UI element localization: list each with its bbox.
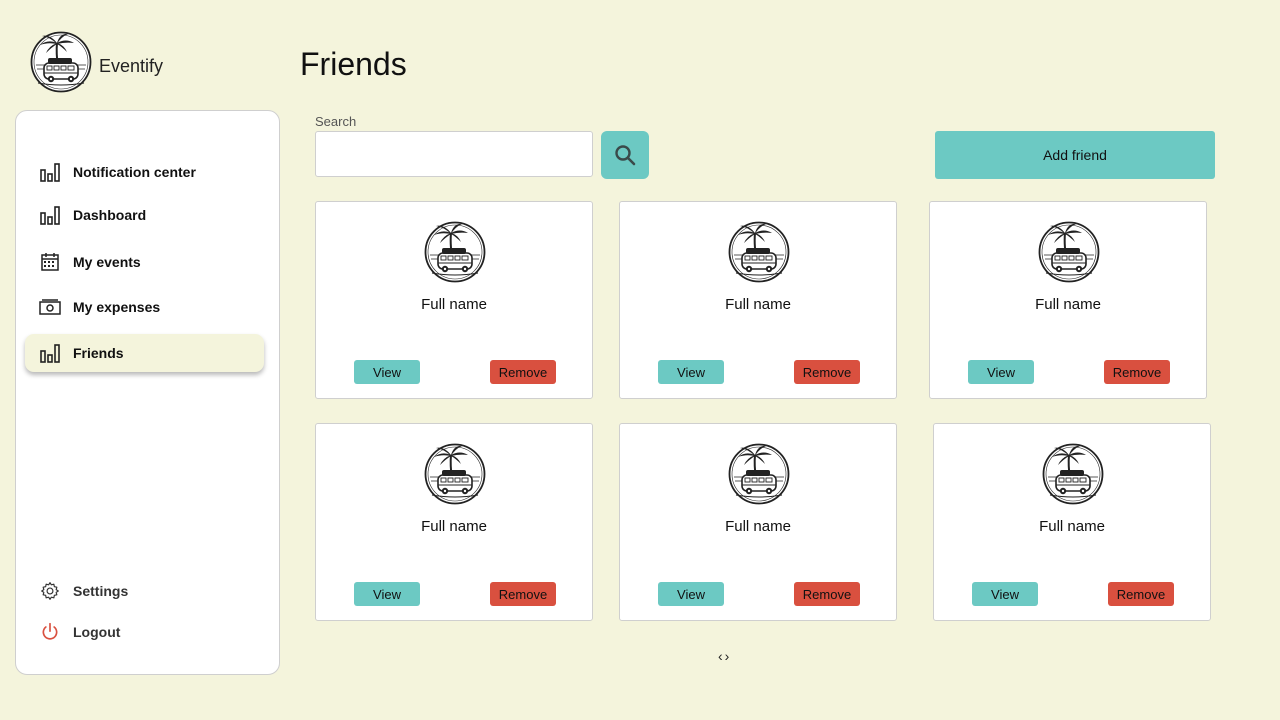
remove-button[interactable]: Remove (1104, 360, 1170, 384)
power-icon (39, 621, 61, 643)
avatar-icon (1038, 221, 1100, 283)
previous-page-icon[interactable]: ‹ (718, 648, 723, 664)
bar-chart-icon (39, 161, 61, 183)
friend-card: Full name View Remove (315, 201, 593, 399)
sidebar-item-label: Logout (73, 624, 121, 640)
brand-logo-icon (30, 31, 92, 93)
sidebar-item-notification-center[interactable]: Notification center (25, 153, 264, 191)
view-button[interactable]: View (972, 582, 1038, 606)
friend-card: Full name View Remove (619, 423, 897, 621)
friend-card: Full name View Remove (929, 201, 1207, 399)
sidebar: Notification center Dashboard My events (15, 110, 280, 675)
remove-button[interactable]: Remove (490, 582, 556, 606)
sidebar-item-dashboard[interactable]: Dashboard (25, 196, 264, 234)
friend-name: Full name (1039, 518, 1105, 535)
friend-name: Full name (725, 518, 791, 535)
sidebar-item-my-events[interactable]: My events (25, 243, 264, 281)
remove-button[interactable]: Remove (794, 360, 860, 384)
avatar-icon (728, 443, 790, 505)
view-button[interactable]: View (354, 582, 420, 606)
view-button[interactable]: View (658, 360, 724, 384)
remove-button[interactable]: Remove (794, 582, 860, 606)
sidebar-item-label: Dashboard (73, 207, 147, 223)
view-button[interactable]: View (658, 582, 724, 606)
sidebar-item-label: Friends (73, 345, 124, 361)
cash-icon (39, 296, 61, 318)
friend-name: Full name (1035, 296, 1101, 313)
bar-chart-icon (39, 204, 61, 226)
remove-button[interactable]: Remove (1108, 582, 1174, 606)
sidebar-item-friends[interactable]: Friends (25, 334, 264, 372)
brand-name: Eventify (99, 56, 164, 76)
bar-chart-icon (39, 342, 61, 364)
friend-card: Full name View Remove (933, 423, 1211, 621)
view-button[interactable]: View (968, 360, 1034, 384)
next-page-icon[interactable]: › (725, 648, 730, 664)
friend-name: Full name (421, 518, 487, 535)
friend-name: Full name (421, 296, 487, 313)
sidebar-item-label: Settings (73, 583, 129, 599)
friend-card: Full name View Remove (619, 201, 897, 399)
sidebar-item-label: My events (73, 254, 141, 270)
sidebar-item-my-expenses[interactable]: My expenses (25, 288, 264, 326)
sidebar-item-logout[interactable]: Logout (25, 613, 264, 651)
friend-name: Full name (725, 296, 791, 313)
friend-card: Full name View Remove (315, 423, 593, 621)
sidebar-item-label: My expenses (73, 299, 161, 315)
pagination: ‹ › (718, 648, 729, 664)
add-friend-button[interactable]: Add friend (935, 131, 1215, 179)
calendar-icon (39, 251, 61, 273)
search-button[interactable] (601, 131, 649, 179)
view-button[interactable]: View (354, 360, 420, 384)
avatar-icon (1042, 443, 1104, 505)
avatar-icon (424, 443, 486, 505)
avatar-icon (424, 221, 486, 283)
search-input[interactable] (315, 131, 593, 177)
avatar-icon (728, 221, 790, 283)
sidebar-item-settings[interactable]: Settings (25, 572, 264, 610)
gear-icon (39, 580, 61, 602)
remove-button[interactable]: Remove (490, 360, 556, 384)
sidebar-item-label: Notification center (73, 164, 196, 180)
page-title: Friends (300, 46, 407, 82)
search-icon (615, 145, 636, 166)
search-label: Search (315, 114, 357, 129)
